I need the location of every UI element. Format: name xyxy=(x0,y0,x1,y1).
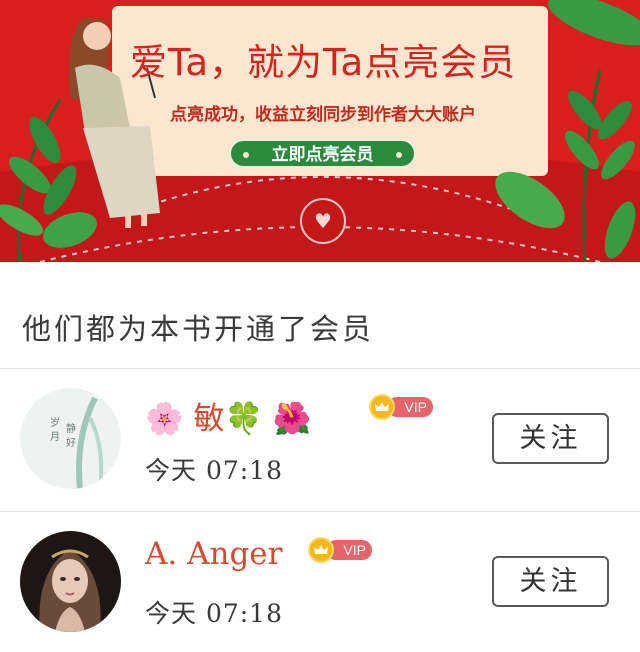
member-row: 岁 月 静 好 🌸 敏🍀 🌺 VIP 今天 07:18 关注 xyxy=(0,369,640,509)
activate-membership-label: 立即点亮会员 xyxy=(271,145,374,165)
heart-seal-icon: ♥ xyxy=(300,198,346,244)
button-dot-icon xyxy=(396,152,402,158)
member-avatar[interactable]: 岁 月 静 好 xyxy=(20,388,121,489)
calligraphy-landscape-avatar-icon: 岁 月 静 好 xyxy=(20,388,121,489)
membership-banner[interactable]: 爱Ta，就为Ta点亮会员 点亮成功，收益立刻同步到作者大大账户 立即点亮会员 ♥ xyxy=(0,0,640,262)
svg-text:静: 静 xyxy=(66,422,76,435)
member-name[interactable]: A. Anger xyxy=(145,536,282,572)
activate-membership-button[interactable]: 立即点亮会员 xyxy=(229,139,416,168)
activation-time: 今天 07:18 xyxy=(145,599,283,628)
svg-text:月: 月 xyxy=(50,431,60,443)
follow-button[interactable]: 关注 xyxy=(492,413,609,464)
follow-button[interactable]: 关注 xyxy=(492,556,609,607)
svg-text:好: 好 xyxy=(66,437,76,449)
section-title: 他们都为本书开通了会员 xyxy=(22,312,375,346)
member-avatar[interactable] xyxy=(20,531,121,632)
button-dot-icon xyxy=(243,152,249,158)
crown-icon xyxy=(308,537,334,563)
vip-badge: VIP xyxy=(308,537,372,563)
illustrated-girl-avatar-icon xyxy=(20,531,121,632)
member-name[interactable]: 🌸 敏🍀 🌺 xyxy=(145,393,312,438)
svg-text:岁: 岁 xyxy=(50,416,60,429)
activation-time: 今天 07:18 xyxy=(145,456,283,485)
banner-title: 爱Ta，就为Ta点亮会员 xyxy=(129,41,517,84)
member-row: A. Anger VIP 今天 07:18 关注 xyxy=(0,512,640,652)
banner-subtitle: 点亮成功，收益立刻同步到作者大大账户 xyxy=(170,105,476,125)
vip-badge: VIP xyxy=(369,394,433,420)
crown-icon xyxy=(369,394,395,420)
